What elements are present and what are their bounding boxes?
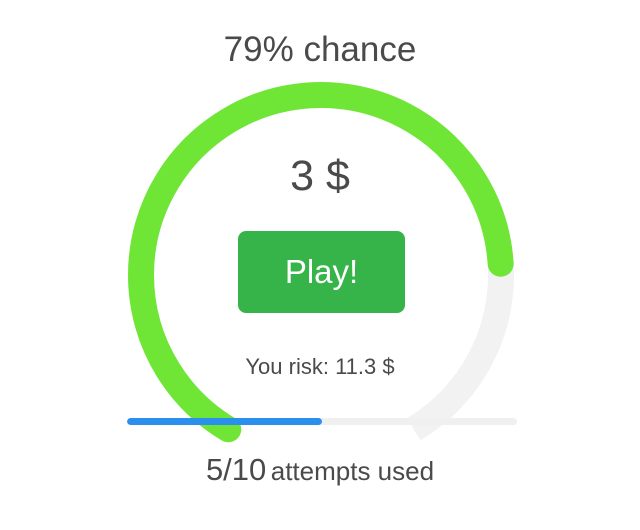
attempts-progress-fill: [127, 418, 322, 425]
prize-amount: 3 $: [290, 152, 350, 200]
attempts-progress-bar: [127, 418, 517, 425]
risk-amount: You risk: 11.3 $: [245, 354, 395, 379]
play-button[interactable]: Play!: [238, 231, 405, 313]
attempts-label: attempts used: [270, 456, 435, 486]
attempts-status: 5/10 attempts used: [0, 450, 640, 491]
chance-widget: 79% chance 3 $ Play! You risk: 11.3 $ 5/…: [0, 0, 640, 530]
attempts-count: 5/10: [205, 452, 267, 487]
